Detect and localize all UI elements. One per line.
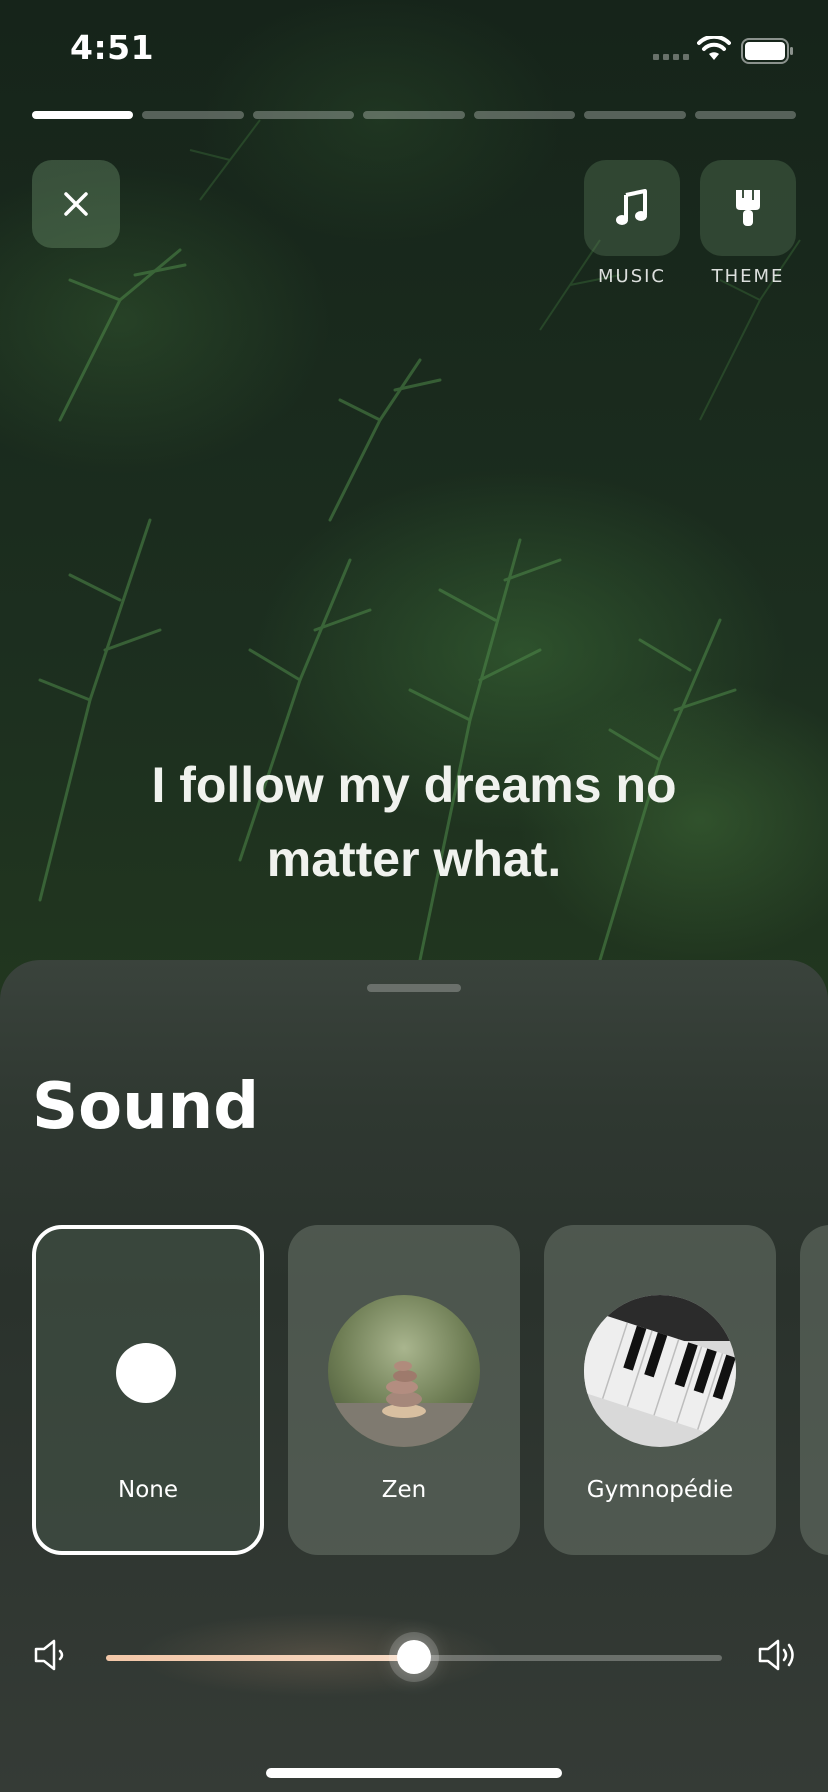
wifi-icon	[697, 36, 731, 60]
story-progress-bar	[32, 111, 796, 119]
sound-option-gymnopedie[interactable]: Gymnopédie	[544, 1225, 776, 1555]
story-progress-segment	[32, 111, 134, 119]
battery-icon	[741, 38, 793, 64]
sound-option-partial[interactable]	[800, 1225, 828, 1555]
sound-option-zen[interactable]: Zen	[288, 1225, 520, 1555]
story-progress-segment	[473, 111, 576, 119]
zen-stones-image	[328, 1295, 480, 1447]
affirmation-text: I follow my dreams no matter what.	[151, 757, 677, 887]
story-progress-segment	[584, 111, 686, 119]
sound-option-none[interactable]: None	[32, 1225, 264, 1555]
story-progress-segment	[694, 111, 796, 119]
sound-option-label: Gymnopédie	[586, 1477, 734, 1503]
story-progress-segment	[142, 111, 244, 119]
theme-button[interactable]: THEME	[700, 160, 796, 287]
story-progress-segment	[363, 111, 465, 119]
paint-brush-icon	[736, 190, 760, 226]
sheet-grabber[interactable]	[367, 984, 461, 992]
theme-button-box[interactable]	[700, 160, 796, 256]
home-indicator	[266, 1768, 562, 1778]
music-note-icon	[616, 189, 647, 225]
story-progress-segment	[252, 111, 355, 119]
sheet-title: Sound	[32, 1070, 259, 1144]
music-button[interactable]: MUSIC	[584, 160, 680, 287]
music-label: MUSIC	[597, 266, 666, 287]
piano-keys-image	[584, 1295, 736, 1447]
sound-bottom-sheet: Sound None Zen Gymnopédie	[0, 960, 828, 1792]
close-button[interactable]	[32, 160, 120, 248]
theme-label: THEME	[711, 266, 785, 287]
speaker-low-icon[interactable]	[32, 1635, 72, 1675]
volume-slider-thumb[interactable]	[397, 1640, 431, 1674]
status-bar: 4:51	[0, 0, 828, 100]
sound-option-label: Zen	[381, 1477, 427, 1503]
close-icon	[64, 192, 88, 216]
volume-control	[0, 1595, 828, 1715]
sound-option-label: None	[117, 1477, 178, 1503]
none-dot-icon	[116, 1343, 176, 1403]
speaker-high-icon[interactable]	[756, 1635, 800, 1675]
status-time: 4:51	[70, 28, 155, 67]
volume-slider-fill	[106, 1655, 414, 1661]
cellular-signal-icon	[653, 54, 689, 60]
music-button-box[interactable]	[584, 160, 680, 256]
